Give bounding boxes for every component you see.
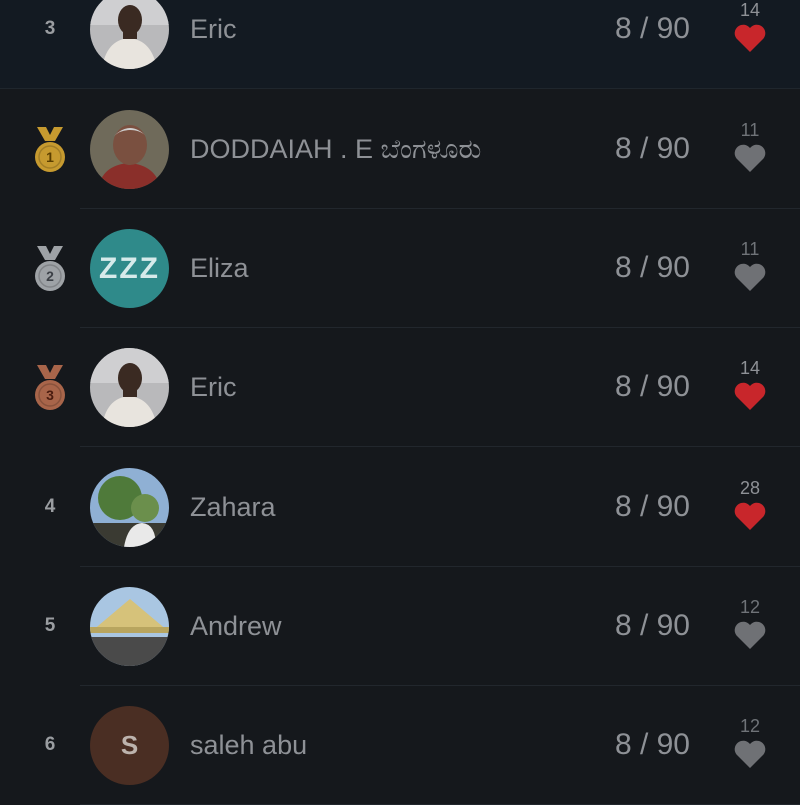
rank-cell: 3 (20, 327, 80, 447)
player-name[interactable]: Andrew (190, 606, 282, 646)
score-value: 8 / 90 (614, 370, 690, 403)
score-value: 8 / 90 (614, 490, 690, 523)
avatar-photo (90, 468, 169, 547)
leaderboard-row[interactable]: 2 ZZZ Eliza 8 / 90 11 (0, 208, 800, 328)
rank-number: 5 (44, 615, 56, 636)
score-value: 8 / 90 (614, 609, 690, 642)
heart-icon (720, 143, 780, 173)
rank-cell: 3 (20, 0, 80, 88)
rank-cell: 5 (20, 566, 80, 686)
heart-icon (720, 262, 780, 292)
like-button[interactable]: 11 (720, 238, 780, 292)
like-count: 11 (740, 120, 760, 140)
like-count: 14 (739, 0, 761, 20)
player-name[interactable]: Eliza (190, 248, 249, 288)
like-button[interactable]: 28 (720, 477, 780, 531)
leaderboard-row[interactable]: 3 Eric 8 / 90 14 (0, 327, 800, 447)
player-name[interactable]: Eric (190, 9, 237, 49)
rank-cell: 4 (20, 447, 80, 567)
avatar-photo (90, 110, 169, 189)
like-button[interactable]: 12 (720, 596, 780, 650)
avatar[interactable] (90, 110, 169, 189)
silver-medal-icon: 2 (33, 244, 67, 292)
avatar-sleep-text: ZZZ (90, 229, 169, 308)
rank-number: 1 (46, 149, 54, 165)
score-value: 8 / 90 (614, 132, 690, 165)
like-button[interactable]: 12 (720, 715, 780, 769)
heart-filled-icon (720, 501, 780, 531)
like-count: 11 (740, 239, 760, 259)
like-count: 14 (739, 358, 761, 378)
heart-icon (720, 620, 780, 650)
rank-number: 4 (44, 496, 56, 517)
avatar[interactable]: ZZZ (90, 229, 169, 308)
like-count: 28 (739, 478, 761, 498)
gold-medal-icon: 1 (33, 125, 67, 173)
rank-number: 3 (44, 17, 56, 39)
player-name[interactable]: Eric (190, 367, 237, 407)
like-button[interactable]: 14 (720, 357, 780, 411)
rank-cell: 1 (20, 89, 80, 209)
avatar[interactable] (90, 468, 169, 547)
avatar-photo (90, 587, 169, 666)
leaderboard-row[interactable]: 1 DODDAIAH . E ಬೆಂಗಳೂರು 8 / 90 11 (0, 89, 800, 209)
rank-cell: 6 (20, 685, 80, 805)
avatar-initial: S (90, 706, 169, 785)
like-button[interactable]: 14 (720, 0, 780, 53)
like-count: 12 (739, 716, 761, 736)
heart-filled-icon (720, 381, 780, 411)
rank-number: 3 (46, 387, 54, 403)
avatar[interactable]: S (90, 706, 169, 785)
rank-cell: 2 (20, 208, 80, 328)
current-user-row[interactable]: 3 Eric 8 / 90 14 (0, 0, 800, 89)
avatar[interactable] (90, 348, 169, 427)
rank-number: 6 (44, 734, 56, 755)
leaderboard-list: 3 Eric 8 / 90 14 1 DODDAIAH . E ಬೆಂಗಳೂರು 8 / 9… (0, 0, 800, 805)
player-name[interactable]: Zahara (190, 487, 276, 527)
like-count: 12 (739, 597, 761, 617)
leaderboard-row[interactable]: 6 Ssaleh abu 8 / 90 12 (0, 685, 800, 805)
like-button[interactable]: 11 (720, 119, 780, 173)
avatar-photo (90, 0, 169, 69)
leaderboard-row[interactable]: 4 Zahara 8 / 90 28 (0, 447, 800, 567)
player-name[interactable]: saleh abu (190, 725, 307, 765)
bronze-medal-icon: 3 (33, 363, 67, 411)
avatar[interactable] (90, 0, 169, 69)
heart-icon (720, 739, 780, 769)
score-value: 8 / 90 (614, 728, 690, 761)
rank-number: 2 (46, 268, 54, 284)
avatar[interactable] (90, 587, 169, 666)
player-name[interactable]: DODDAIAH . E ಬೆಂಗಳೂರು (190, 129, 481, 169)
score-value: 8 / 90 (614, 12, 690, 45)
score-value: 8 / 90 (614, 251, 690, 284)
avatar-photo (90, 348, 169, 427)
leaderboard-row[interactable]: 5 Andrew 8 / 90 12 (0, 566, 800, 686)
heart-filled-icon (720, 23, 780, 53)
